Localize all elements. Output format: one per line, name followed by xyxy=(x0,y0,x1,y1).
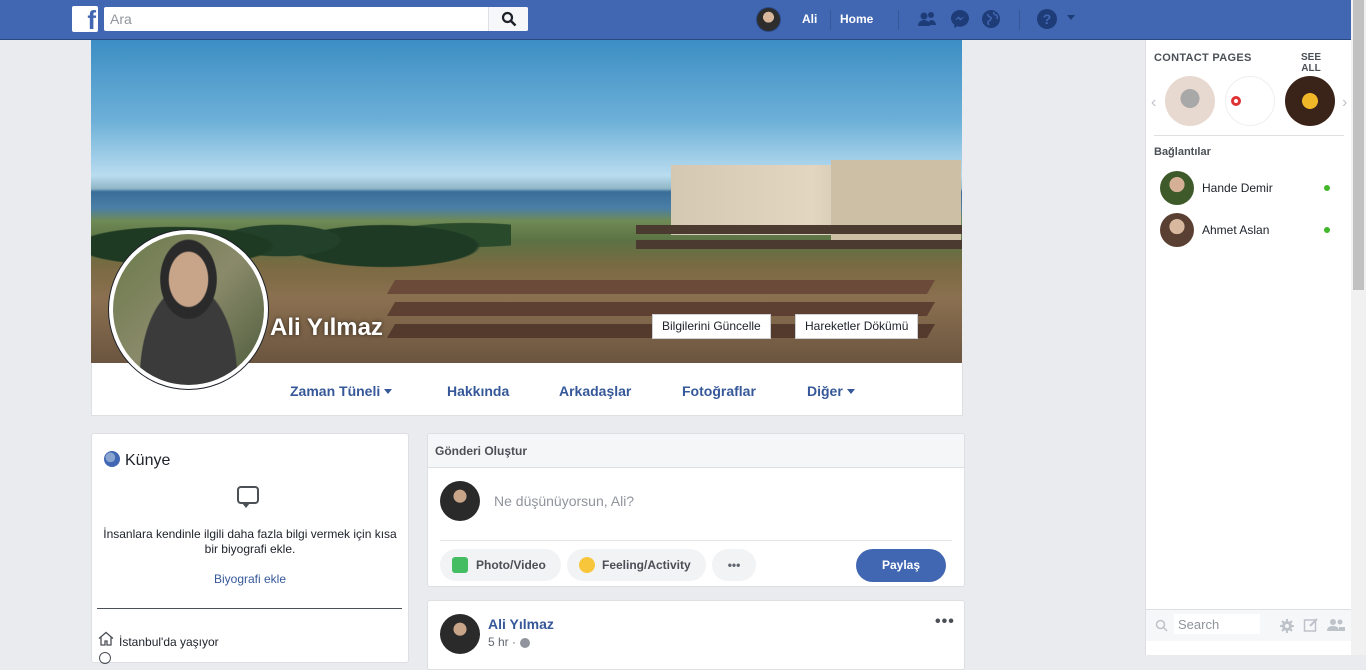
divider xyxy=(1154,135,1344,136)
post-author[interactable]: Ali Yılmaz xyxy=(488,616,554,632)
connections-title: Bağlantılar xyxy=(1154,146,1211,158)
share-button[interactable]: Paylaş xyxy=(856,549,946,582)
account-menu-caret-icon[interactable] xyxy=(1067,15,1075,20)
avatar xyxy=(113,234,264,385)
photo-icon xyxy=(452,557,468,573)
contact-name: Hande Demir xyxy=(1202,181,1273,195)
search-input[interactable] xyxy=(104,7,488,31)
friend-requests-icon[interactable] xyxy=(916,8,938,30)
avatar[interactable] xyxy=(440,614,480,654)
cover-bench xyxy=(636,225,962,234)
public-globe-icon xyxy=(520,638,530,648)
help-icon[interactable]: ? xyxy=(1037,9,1057,29)
search-icon xyxy=(501,11,517,27)
tab-label: Diğer xyxy=(807,383,843,399)
home-link[interactable]: Home xyxy=(840,12,873,26)
update-info-button[interactable]: Bilgilerini Güncelle xyxy=(652,314,771,339)
contact-name: Ahmet Aslan xyxy=(1202,223,1270,237)
home-icon xyxy=(98,631,114,646)
feeling-activity-button[interactable]: Feeling/Activity xyxy=(567,549,706,581)
intro-description: İnsanlara kendinle ilgili daha fazla bil… xyxy=(103,527,397,556)
intro-title: Künye xyxy=(125,452,171,469)
chevron-down-icon xyxy=(384,389,393,394)
online-status-icon xyxy=(1324,185,1330,191)
post-options-button[interactable]: ••• xyxy=(935,613,955,631)
divider xyxy=(830,10,831,30)
contact-item[interactable]: Hande Demir xyxy=(1160,171,1344,205)
photo-video-button[interactable]: Photo/Video xyxy=(440,549,561,581)
page-scrollbar[interactable] xyxy=(1351,0,1366,655)
see-all-link[interactable]: SEE ALL xyxy=(1296,52,1326,74)
more-options-button[interactable]: ••• xyxy=(712,549,756,581)
search-icon xyxy=(1155,619,1168,632)
scrollbar-thumb[interactable] xyxy=(1353,0,1364,290)
online-status-icon xyxy=(1324,227,1330,233)
avatar xyxy=(1160,171,1194,205)
top-navigation-bar: f Ali Home ? xyxy=(0,0,1366,40)
tab-more[interactable]: Diğer xyxy=(807,383,855,399)
compose-icon[interactable] xyxy=(1303,617,1319,633)
chevron-down-icon xyxy=(846,389,855,394)
cover-bench xyxy=(636,240,962,249)
chat-search-input[interactable] xyxy=(1174,614,1260,634)
composer-header: Gönderi Oluştur xyxy=(428,434,964,468)
right-sidebar: CONTACT PAGES SEE ALL ‹ › Bağlantılar Ha… xyxy=(1145,40,1352,655)
divider xyxy=(97,608,402,609)
post-composer: Gönderi Oluştur Ne düşünüyorsun, Ali? Ph… xyxy=(427,433,965,587)
add-bio-link[interactable]: Biyografi ekle xyxy=(92,572,408,586)
chevron-left-icon[interactable]: ‹ xyxy=(1151,94,1156,112)
chevron-right-icon[interactable]: › xyxy=(1342,94,1347,112)
user-name-link[interactable]: Ali xyxy=(802,12,817,26)
tab-friends[interactable]: Arkadaşlar xyxy=(559,383,631,399)
speech-bubble-icon xyxy=(237,486,259,508)
search-box xyxy=(104,7,528,31)
contact-page-avatar[interactable] xyxy=(1285,76,1335,126)
profile-name[interactable]: Ali Yılmaz xyxy=(270,314,383,342)
clock-icon xyxy=(99,652,111,664)
contact-item[interactable]: Ahmet Aslan xyxy=(1160,213,1344,247)
search-button[interactable] xyxy=(488,7,528,31)
tab-timeline[interactable]: Zaman Tüneli xyxy=(290,383,393,399)
tab-photos[interactable]: Fotoğraflar xyxy=(682,383,756,399)
page-logo-icon xyxy=(1231,96,1241,106)
notifications-globe-icon[interactable] xyxy=(980,8,1002,30)
status-input[interactable]: Ne düşünüyorsun, Ali? xyxy=(494,493,634,509)
post-timestamp[interactable]: 5 hr · xyxy=(488,635,516,649)
composer-title: Gönderi Oluştur xyxy=(435,444,528,458)
avatar xyxy=(440,481,480,521)
feeling-activity-label: Feeling/Activity xyxy=(602,558,691,572)
divider xyxy=(440,540,952,541)
lives-in-text: İstanbul'da yaşıyor xyxy=(119,635,219,649)
divider xyxy=(898,10,899,30)
intro-card: Künye İnsanlara kendinle ilgili daha faz… xyxy=(91,433,409,664)
cover-bench xyxy=(386,280,936,294)
create-group-icon[interactable] xyxy=(1327,617,1345,633)
gear-icon[interactable] xyxy=(1279,618,1295,634)
globe-icon xyxy=(104,451,120,467)
tab-label: Zaman Tüneli xyxy=(290,383,381,399)
divider xyxy=(1019,10,1020,30)
post-card: Ali Yılmaz 5 hr · ••• xyxy=(427,600,965,670)
contact-page-avatar[interactable] xyxy=(1165,76,1215,126)
user-avatar[interactable] xyxy=(756,7,781,32)
contact-pages-title: CONTACT PAGES xyxy=(1154,52,1252,64)
tab-about[interactable]: Hakkında xyxy=(447,383,509,399)
chat-search-bar xyxy=(1146,609,1352,641)
photo-video-label: Photo/Video xyxy=(476,558,546,572)
profile-picture[interactable] xyxy=(108,229,269,390)
facebook-logo-icon[interactable]: f xyxy=(72,6,98,32)
avatar xyxy=(1160,213,1194,247)
contact-page-avatar[interactable] xyxy=(1225,76,1275,126)
smiley-icon xyxy=(579,557,595,573)
messenger-icon[interactable] xyxy=(949,8,971,30)
activity-log-button[interactable]: Hareketler Dökümü xyxy=(795,314,919,339)
